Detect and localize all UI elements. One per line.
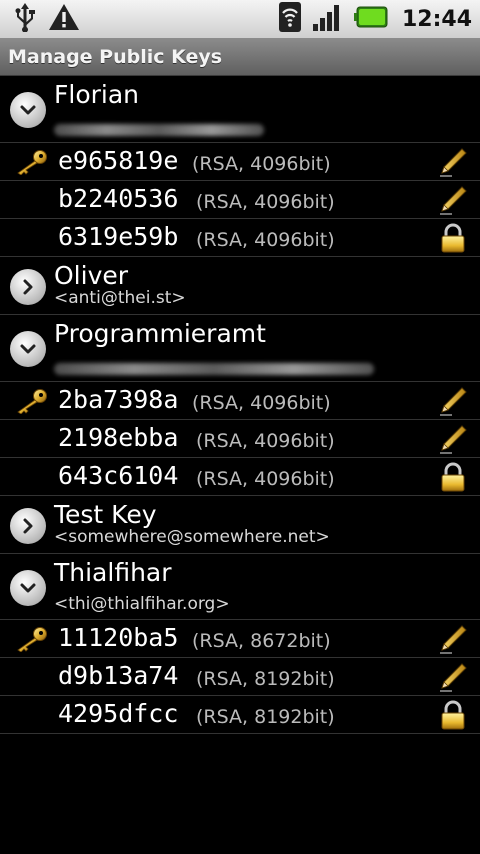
chevron-down-icon[interactable] bbox=[10, 331, 46, 367]
key-id: 643c6104 bbox=[58, 461, 179, 490]
key-row[interactable]: e965819e (RSA, 4096bit) bbox=[0, 143, 480, 181]
group-name: Programmieramt bbox=[54, 319, 266, 348]
key-row[interactable]: 11120ba5 (RSA, 8672bit) bbox=[0, 620, 480, 658]
group-email: <thi@thialfihar.org> bbox=[54, 594, 230, 614]
wifi-icon bbox=[278, 1, 302, 37]
key-row[interactable]: 2ba7398a (RSA, 4096bit) bbox=[0, 382, 480, 420]
lock-icon[interactable] bbox=[438, 700, 468, 730]
key-id: 6319e59b bbox=[58, 222, 179, 251]
key-id: b2240536 bbox=[58, 184, 179, 213]
group-email: <anti@thei.st> bbox=[54, 288, 186, 308]
chevron-right-icon[interactable] bbox=[10, 508, 46, 544]
key-row[interactable]: d9b13a74 (RSA, 8192bit) bbox=[0, 658, 480, 696]
key-row[interactable]: b2240536 (RSA, 4096bit) bbox=[0, 181, 480, 219]
key-info: (RSA, 4096bit) bbox=[192, 392, 331, 414]
key-group-programmieramt[interactable]: Programmieramt bbox=[0, 315, 480, 382]
key-group-florian[interactable]: Florian bbox=[0, 76, 480, 143]
key-id: d9b13a74 bbox=[58, 661, 179, 690]
group-name: Test Key bbox=[54, 500, 157, 529]
key-id: 2ba7398a bbox=[58, 385, 179, 414]
key-id: 2198ebba bbox=[58, 423, 179, 452]
signal-icon bbox=[312, 2, 344, 36]
pencil-icon[interactable] bbox=[438, 624, 468, 654]
key-info: (RSA, 8192bit) bbox=[196, 706, 335, 728]
pencil-icon[interactable] bbox=[438, 662, 468, 692]
key-group-oliver[interactable]: Oliver <anti@thei.st> bbox=[0, 257, 480, 315]
usb-icon bbox=[12, 2, 38, 36]
key-info: (RSA, 8672bit) bbox=[192, 630, 331, 652]
page-title: Manage Public Keys bbox=[8, 45, 223, 68]
group-email-obscured bbox=[54, 124, 264, 136]
key-group-test-key[interactable]: Test Key <somewhere@somewhere.net> bbox=[0, 496, 480, 554]
key-id: 11120ba5 bbox=[58, 623, 179, 652]
key-group-thialfihar[interactable]: Thialfihar <thi@thialfihar.org> bbox=[0, 554, 480, 620]
chevron-right-icon[interactable] bbox=[10, 269, 46, 305]
group-email: <somewhere@somewhere.net> bbox=[54, 527, 330, 547]
pencil-icon[interactable] bbox=[438, 424, 468, 454]
key-row[interactable]: 4295dfcc (RSA, 8192bit) bbox=[0, 696, 480, 734]
key-info: (RSA, 8192bit) bbox=[196, 668, 335, 690]
pencil-icon[interactable] bbox=[438, 386, 468, 416]
lock-icon[interactable] bbox=[438, 223, 468, 253]
key-list: Florian e965819e (RSA, 4096bit) b2240536… bbox=[0, 76, 480, 734]
key-row[interactable]: 2198ebba (RSA, 4096bit) bbox=[0, 420, 480, 458]
key-id: e965819e bbox=[58, 146, 179, 175]
pencil-icon[interactable] bbox=[438, 147, 468, 177]
key-icon bbox=[14, 388, 48, 415]
key-info: (RSA, 4096bit) bbox=[196, 430, 335, 452]
lock-icon[interactable] bbox=[438, 462, 468, 492]
status-time: 12:44 bbox=[401, 6, 472, 32]
chevron-down-icon[interactable] bbox=[10, 570, 46, 606]
key-info: (RSA, 4096bit) bbox=[196, 229, 335, 251]
key-info: (RSA, 4096bit) bbox=[196, 468, 335, 490]
key-icon bbox=[14, 626, 48, 653]
key-id: 4295dfcc bbox=[58, 699, 179, 728]
status-bar: 12:44 bbox=[0, 0, 480, 38]
key-row[interactable]: 643c6104 (RSA, 4096bit) bbox=[0, 458, 480, 496]
group-name: Florian bbox=[54, 80, 140, 109]
group-email-obscured bbox=[54, 363, 374, 375]
pencil-icon[interactable] bbox=[438, 185, 468, 215]
key-info: (RSA, 4096bit) bbox=[192, 153, 331, 175]
key-icon bbox=[14, 149, 48, 176]
key-row[interactable]: 6319e59b (RSA, 4096bit) bbox=[0, 219, 480, 257]
title-bar: Manage Public Keys bbox=[0, 38, 480, 76]
battery-icon bbox=[353, 6, 388, 32]
group-name: Oliver bbox=[54, 261, 129, 290]
chevron-down-icon[interactable] bbox=[10, 92, 46, 128]
key-info: (RSA, 4096bit) bbox=[196, 191, 335, 213]
group-name: Thialfihar bbox=[54, 558, 172, 587]
warning-icon bbox=[48, 2, 80, 36]
